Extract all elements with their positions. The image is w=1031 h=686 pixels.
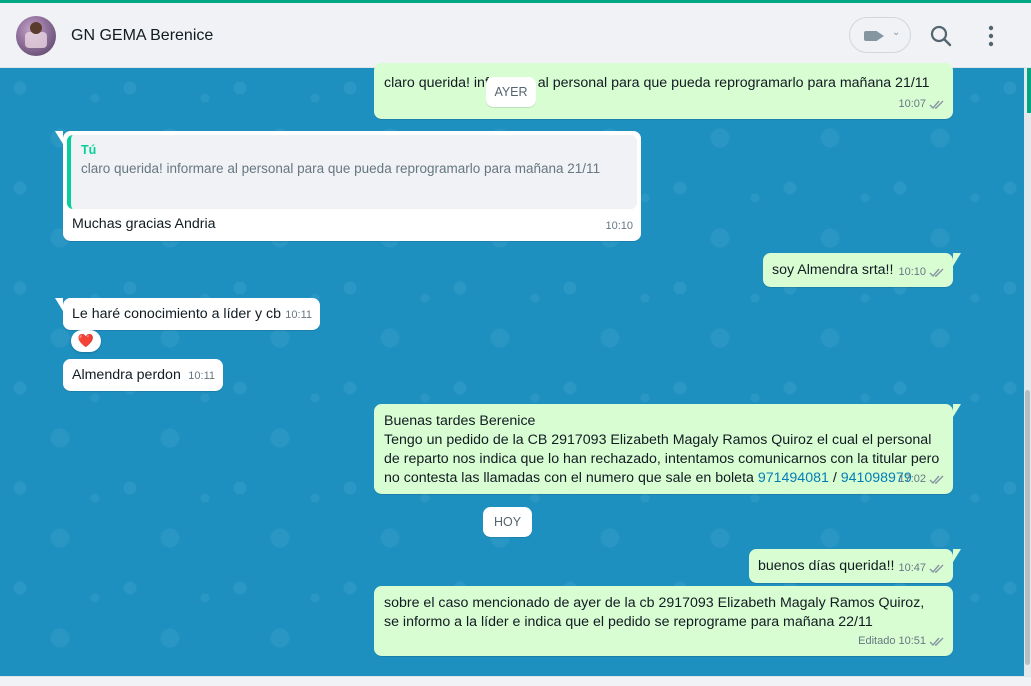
video-call-button[interactable]: ⌄ bbox=[849, 17, 911, 53]
message-time: 10:11 bbox=[285, 309, 312, 321]
message-text: sobre el caso mencionado de ayer de la c… bbox=[384, 595, 929, 630]
scrollbar-thumb[interactable] bbox=[1025, 390, 1030, 665]
message-bubble[interactable]: sobre el caso mencionado de ayer de la c… bbox=[374, 586, 953, 656]
date-separator-today: HOY bbox=[483, 507, 532, 537]
message-meta: Editado 10:51 bbox=[858, 632, 945, 651]
message-time: 10:07 bbox=[898, 98, 926, 110]
read-ticks-icon bbox=[929, 268, 944, 278]
message-line-greeting: Buenas tardes Berenice bbox=[384, 413, 536, 429]
message-bubble[interactable]: Le haré conocimiento a líder y cb 10:11 bbox=[55, 298, 320, 330]
message-text: Buenas tardes Berenice Tengo un pedido d… bbox=[384, 412, 943, 488]
message-time: 10:47 bbox=[898, 562, 926, 574]
search-button[interactable] bbox=[926, 21, 956, 51]
quoted-message[interactable]: Tú claro querida! informare al personal … bbox=[67, 135, 637, 209]
phone-link-1[interactable]: 971494081 bbox=[758, 470, 829, 486]
message-meta: 10:11 bbox=[188, 367, 215, 386]
phone-separator: / bbox=[828, 470, 841, 486]
message-meta: 17:02 bbox=[898, 470, 945, 489]
message-time: 17:02 bbox=[898, 473, 926, 485]
chat-header: GN GEMA Berenice ⌄ bbox=[0, 3, 1031, 68]
read-ticks-icon bbox=[929, 475, 944, 485]
contact-name[interactable]: GN GEMA Berenice bbox=[71, 27, 213, 45]
message-time: 10:10 bbox=[605, 220, 633, 232]
message-bubble[interactable]: Buenas tardes Berenice Tengo un pedido d… bbox=[374, 404, 961, 494]
right-accent-bar bbox=[1027, 68, 1031, 113]
contact-avatar[interactable] bbox=[16, 16, 56, 56]
message-meta: 10:47 bbox=[898, 559, 945, 578]
menu-button[interactable] bbox=[978, 21, 1004, 51]
composer-bar-edge bbox=[0, 676, 1031, 686]
message-time: 10:11 bbox=[188, 370, 215, 382]
heart-reaction[interactable]: ❤️ bbox=[71, 330, 101, 352]
search-icon bbox=[930, 25, 952, 47]
read-ticks-icon bbox=[929, 100, 944, 110]
message-text: Muchas gracias Andria bbox=[72, 216, 216, 232]
message-bubble[interactable]: soy Almendra srta!! 10:10 bbox=[763, 253, 961, 287]
message-bubble[interactable]: Tú claro querida! informare al personal … bbox=[55, 131, 641, 241]
message-bubble[interactable]: buenos días querida!! 10:47 bbox=[749, 549, 961, 583]
edited-label: Editado bbox=[858, 635, 896, 647]
video-camera-icon bbox=[864, 31, 878, 41]
message-bubble[interactable]: Almendra perdon 10:11 bbox=[63, 359, 223, 391]
chevron-down-icon: ⌄ bbox=[892, 27, 901, 38]
read-ticks-icon bbox=[929, 637, 944, 647]
message-meta: 10:10 bbox=[605, 217, 633, 236]
read-ticks-icon bbox=[929, 564, 944, 574]
message-time: 10:51 bbox=[898, 635, 926, 647]
quote-author: Tú bbox=[81, 143, 97, 157]
message-text: Le haré conocimiento a líder y cb bbox=[72, 306, 281, 322]
message-time: 10:10 bbox=[898, 266, 926, 278]
kebab-menu-icon bbox=[988, 25, 994, 47]
message-meta: 10:11 bbox=[285, 306, 312, 325]
quote-text: claro querida! informare al personal par… bbox=[81, 161, 601, 176]
message-meta: 10:07 bbox=[898, 95, 945, 114]
message-meta: 10:10 bbox=[898, 263, 945, 282]
message-text: claro querida! informare al personal par… bbox=[384, 75, 930, 91]
message-bubble[interactable]: claro querida! informare al personal par… bbox=[374, 63, 953, 119]
date-separator-yesterday: AYER bbox=[486, 77, 536, 107]
